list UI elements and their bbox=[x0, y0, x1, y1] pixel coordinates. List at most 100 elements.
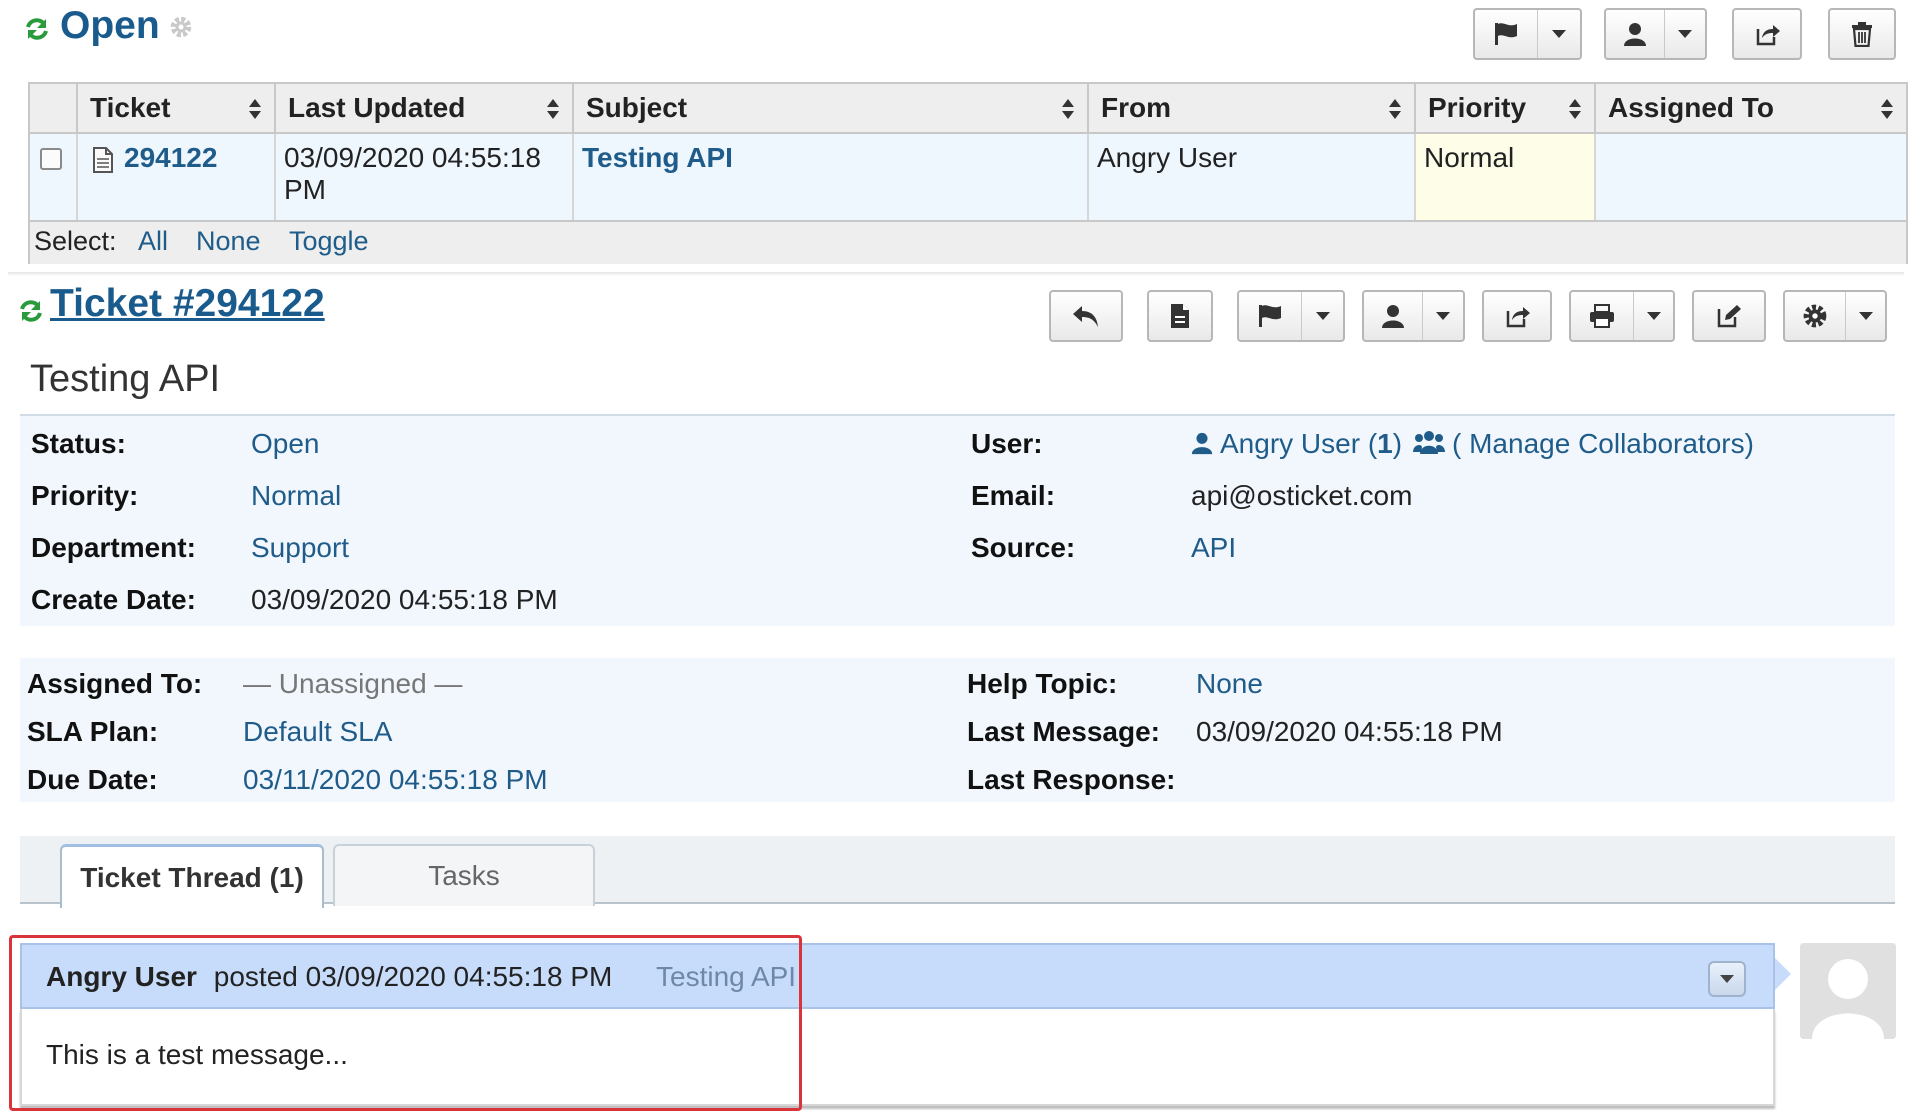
assign-dropdown-button[interactable] bbox=[1604, 8, 1707, 60]
row-checkbox[interactable] bbox=[40, 148, 62, 170]
post-note-button[interactable] bbox=[1147, 290, 1213, 342]
print-icon bbox=[1590, 304, 1614, 328]
last-message-value: 03/09/2020 04:55:18 PM bbox=[1196, 716, 1503, 747]
select-all-link[interactable]: All bbox=[138, 226, 168, 257]
print-dropdown-button[interactable] bbox=[1569, 290, 1675, 342]
trash-icon bbox=[1852, 22, 1872, 47]
thread-entry-actions-button[interactable] bbox=[1708, 961, 1746, 997]
user-label: User: bbox=[971, 428, 1043, 459]
due-date-value[interactable]: 03/11/2020 04:55:18 PM bbox=[243, 764, 548, 796]
avatar-icon bbox=[1800, 943, 1896, 1039]
users-icon[interactable] bbox=[1413, 428, 1445, 456]
user-ticket-count: 1 bbox=[1377, 428, 1393, 459]
column-header-ticket[interactable]: Ticket bbox=[78, 84, 276, 134]
last-response-label: Last Response: bbox=[967, 764, 1176, 795]
ticket-heading[interactable]: Ticket #294122 bbox=[50, 282, 325, 326]
email-value: api@osticket.com bbox=[1191, 480, 1413, 511]
from-value: Angry User bbox=[1097, 142, 1238, 173]
last-message-label: Last Message: bbox=[967, 716, 1160, 747]
priority-value: Normal bbox=[1424, 142, 1515, 173]
user-link[interactable]: Angry User (1) bbox=[1220, 428, 1402, 460]
source-label: Source: bbox=[971, 532, 1076, 563]
transfer-button[interactable] bbox=[1482, 290, 1552, 342]
last-updated-line2: PM bbox=[284, 174, 326, 205]
assigned-to-cell bbox=[1596, 134, 1906, 220]
avatar bbox=[1800, 943, 1896, 1039]
ticket-info-panel: Status: Open Priority: Normal Department… bbox=[20, 414, 1895, 626]
sort-icon[interactable] bbox=[1568, 98, 1582, 120]
priority-cell: Normal bbox=[1416, 134, 1596, 220]
highlight-annotation bbox=[9, 935, 802, 1111]
flag-dropdown-button[interactable] bbox=[1237, 290, 1345, 342]
ticket-tabs: Ticket Thread (1) Tasks bbox=[20, 836, 1895, 908]
user-icon bbox=[1191, 432, 1213, 455]
last-updated-line1: 03/09/2020 04:55:18 bbox=[284, 142, 541, 173]
assign-dropdown-button[interactable] bbox=[1362, 290, 1465, 342]
ticket-number-link[interactable]: 294122 bbox=[124, 142, 217, 174]
subject-cell: Testing API bbox=[574, 134, 1089, 220]
select-none-link[interactable]: None bbox=[196, 226, 261, 257]
caret-down-icon bbox=[1436, 312, 1450, 320]
priority-label: Priority: bbox=[31, 480, 139, 511]
last-updated-cell: 03/09/2020 04:55:18 PM bbox=[276, 134, 574, 220]
note-icon bbox=[1171, 304, 1189, 328]
ticket-number-cell: 294122 bbox=[78, 134, 276, 220]
ticket-queue-table: Ticket Last Updated Subject From Priorit… bbox=[28, 82, 1908, 264]
email-label: Email: bbox=[971, 480, 1056, 511]
sort-icon[interactable] bbox=[546, 98, 560, 120]
sort-icon[interactable] bbox=[1388, 98, 1402, 120]
ticket-subject-title: Testing API bbox=[30, 358, 221, 400]
queue-title[interactable]: Open bbox=[60, 4, 160, 48]
caret-down-icon bbox=[1720, 975, 1734, 983]
column-header-last-updated[interactable]: Last Updated bbox=[276, 84, 574, 134]
column-header-from[interactable]: From bbox=[1089, 84, 1416, 134]
share-icon bbox=[1756, 25, 1780, 46]
refresh-icon[interactable] bbox=[24, 16, 50, 42]
sla-plan-value[interactable]: Default SLA bbox=[243, 716, 392, 748]
ticket-sla-panel: Assigned To: — Unassigned — SLA Plan: De… bbox=[20, 658, 1895, 802]
gear-icon[interactable] bbox=[168, 14, 194, 40]
select-column-header bbox=[30, 84, 78, 134]
department-label: Department: bbox=[31, 532, 196, 563]
tab-tasks[interactable]: Tasks bbox=[333, 844, 595, 906]
department-value[interactable]: Support bbox=[251, 532, 349, 564]
edit-icon bbox=[1717, 305, 1741, 328]
subject-link[interactable]: Testing API bbox=[582, 142, 733, 174]
flag-dropdown-button[interactable] bbox=[1473, 8, 1582, 60]
priority-value[interactable]: Normal bbox=[251, 480, 341, 512]
thread-pointer bbox=[1775, 958, 1791, 990]
help-topic-value[interactable]: None bbox=[1196, 668, 1263, 700]
caret-down-icon bbox=[1552, 30, 1566, 38]
sort-icon[interactable] bbox=[1880, 98, 1894, 120]
delete-button[interactable] bbox=[1828, 8, 1896, 60]
source-value[interactable]: API bbox=[1191, 532, 1236, 564]
caret-down-icon bbox=[1858, 312, 1873, 320]
column-header-priority[interactable]: Priority bbox=[1416, 84, 1596, 134]
select-toggle-link[interactable]: Toggle bbox=[289, 226, 369, 257]
sort-icon[interactable] bbox=[248, 98, 262, 120]
column-header-subject[interactable]: Subject bbox=[574, 84, 1089, 134]
from-cell: Angry User bbox=[1089, 134, 1416, 220]
flag-icon bbox=[1259, 305, 1281, 327]
user-name: Angry User ( bbox=[1220, 428, 1378, 459]
reply-button[interactable] bbox=[1049, 290, 1123, 342]
user-paren-close: ) bbox=[1392, 428, 1403, 459]
reply-icon bbox=[1073, 306, 1098, 327]
assigned-to-value[interactable]: — Unassigned — bbox=[243, 668, 462, 700]
user-icon bbox=[1382, 305, 1404, 328]
help-topic-label: Help Topic: bbox=[967, 668, 1118, 699]
sort-icon[interactable] bbox=[1061, 98, 1075, 120]
edit-button[interactable] bbox=[1692, 290, 1766, 342]
user-icon bbox=[1624, 23, 1646, 46]
manage-collaborators-link[interactable]: ( Manage Collaborators) bbox=[1452, 428, 1754, 460]
column-header-assigned-to[interactable]: Assigned To bbox=[1596, 84, 1906, 134]
transfer-button[interactable] bbox=[1732, 8, 1802, 60]
due-date-label: Due Date: bbox=[27, 764, 158, 795]
refresh-icon[interactable] bbox=[18, 298, 44, 324]
status-value[interactable]: Open bbox=[251, 428, 320, 460]
more-actions-dropdown-button[interactable] bbox=[1783, 290, 1887, 342]
create-date-label: Create Date: bbox=[31, 584, 196, 615]
status-label: Status: bbox=[31, 428, 126, 459]
select-label: Select: bbox=[34, 226, 117, 256]
tab-ticket-thread[interactable]: Ticket Thread (1) bbox=[60, 844, 324, 908]
